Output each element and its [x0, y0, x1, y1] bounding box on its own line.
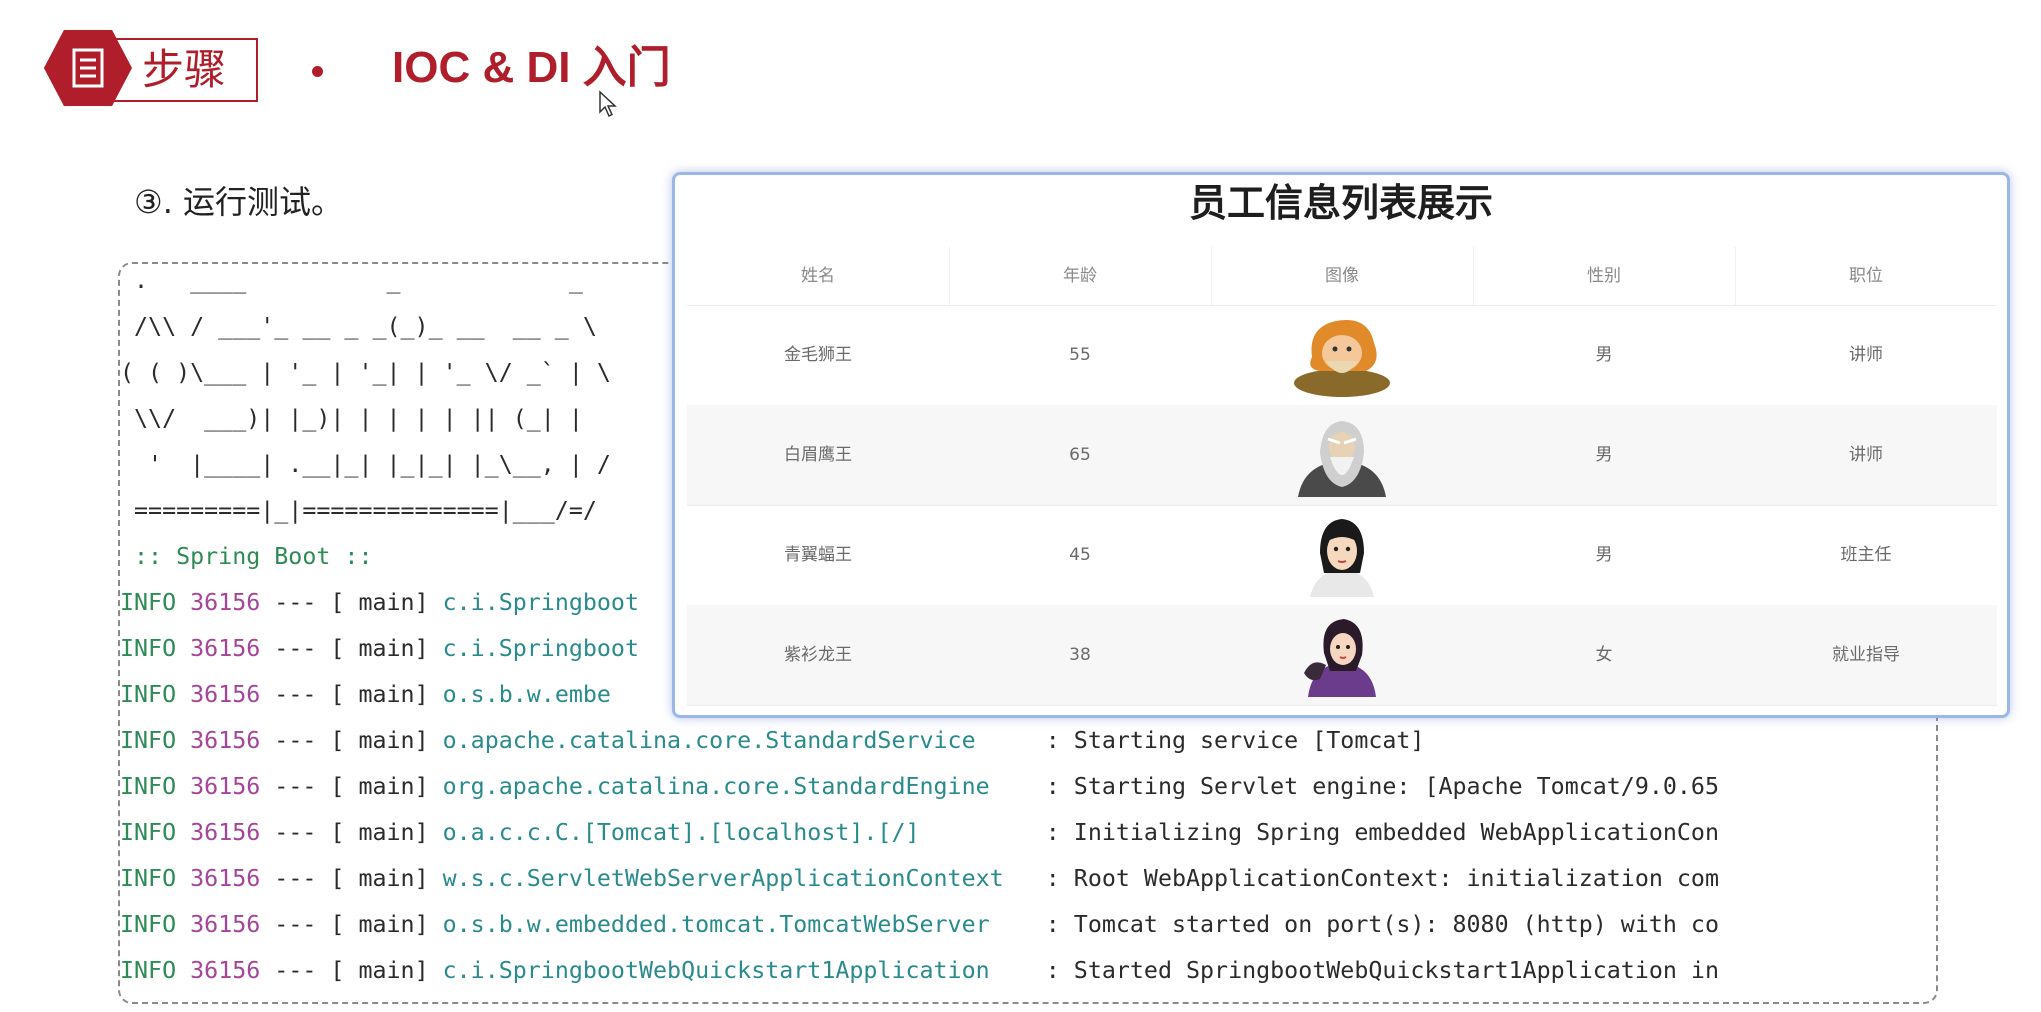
purple-robe-dragon-king-avatar	[1304, 619, 1376, 697]
cell-job: 讲师	[1849, 445, 1883, 465]
white-eyebrow-eagle-king-avatar	[1298, 421, 1386, 497]
log-line: INFO 36156 --- [ main] c.i.Springboot	[120, 635, 639, 662]
log-line: INFO 36156 --- [ main] c.i.SpringbootWeb…	[120, 957, 1719, 984]
cell-job: 班主任	[1840, 545, 1892, 565]
table-row: 白眉鹰王 65 男 讲师	[687, 405, 1997, 506]
column-header-name: 姓名	[801, 266, 835, 286]
banner-line: ' |____| .__|_| |_|_| |_\__, | /	[120, 451, 611, 478]
log-line: INFO 36156 --- [ main] o.a.c.c.C.[Tomcat…	[120, 819, 1719, 846]
column-header-age: 年龄	[1063, 266, 1097, 286]
table-row: 紫衫龙王 38 女 就业指导	[687, 605, 1997, 706]
step-badge: 步骤	[100, 38, 258, 102]
green-wing-bat-king-avatar	[1310, 519, 1374, 597]
cell-job: 讲师	[1849, 345, 1883, 365]
cell-name: 紫衫龙王	[784, 645, 852, 665]
banner-line: ( ( )\___ | '_ | '_| | '_ \/ _` | \	[120, 359, 611, 386]
log-line: INFO 36156 --- [ main] o.apache.catalina…	[120, 727, 1425, 754]
cell-gender: 男	[1595, 445, 1613, 465]
table-row: 青翼蝠王 45 男 班主任	[687, 505, 1997, 606]
cell-age: 55	[1069, 345, 1091, 365]
table-header: 姓名 年龄 图像 性别 职位	[687, 247, 1997, 306]
banner-line: =========|_|==============|___/=/	[120, 497, 597, 524]
cell-name: 青翼蝠王	[784, 545, 852, 565]
banner-line: \\/ ___)| |_)| | | | | || (_| |	[120, 405, 583, 432]
page-title: IOC & DI 入门	[392, 43, 671, 92]
cell-gender: 男	[1595, 545, 1613, 565]
log-line: INFO 36156 --- [ main] c.i.Springboot	[120, 589, 639, 616]
step-label: ③. 运行测试。	[134, 183, 344, 221]
spring-boot-label: :: Spring Boot ::	[120, 543, 373, 570]
cell-name: 金毛狮王	[784, 345, 852, 365]
cell-age: 45	[1069, 545, 1091, 565]
log-line: INFO 36156 --- [ main] o.s.b.w.embedded.…	[120, 911, 1719, 938]
title-bullet	[312, 66, 323, 77]
cell-job: 就业指导	[1832, 645, 1900, 665]
cell-age: 38	[1069, 645, 1091, 665]
column-header-avatar: 图像	[1325, 266, 1359, 286]
table-row: 金毛狮王 55 男 讲师	[687, 305, 1997, 406]
log-line: INFO 36156 --- [ main] w.s.c.ServletWebS…	[120, 865, 1719, 892]
employee-list-panel: 员工信息列表展示 姓名 年龄 图像 性别 职位 金毛狮王 55 男 讲师 白眉鹰…	[672, 172, 2010, 718]
cell-age: 65	[1069, 445, 1091, 465]
cell-gender: 女	[1595, 645, 1613, 665]
column-header-gender: 性别	[1587, 266, 1621, 286]
cell-gender: 男	[1595, 345, 1613, 365]
panel-title: 员工信息列表展示	[1188, 181, 1493, 225]
log-line: INFO 36156 --- [ main] o.s.b.w.embe	[120, 681, 611, 708]
mouse-pointer-icon	[599, 90, 617, 118]
column-header-job: 职位	[1849, 266, 1883, 286]
step-badge-label: 步骤	[142, 45, 227, 94]
cell-name: 白眉鹰王	[784, 445, 852, 465]
golden-lion-king-avatar	[1294, 319, 1390, 397]
banner-line: . ____ _ _	[120, 267, 583, 294]
banner-line: /\\ / ___'_ __ _ _(_)_ __ __ _ \	[120, 313, 597, 340]
log-line: INFO 36156 --- [ main] org.apache.catali…	[120, 773, 1719, 800]
